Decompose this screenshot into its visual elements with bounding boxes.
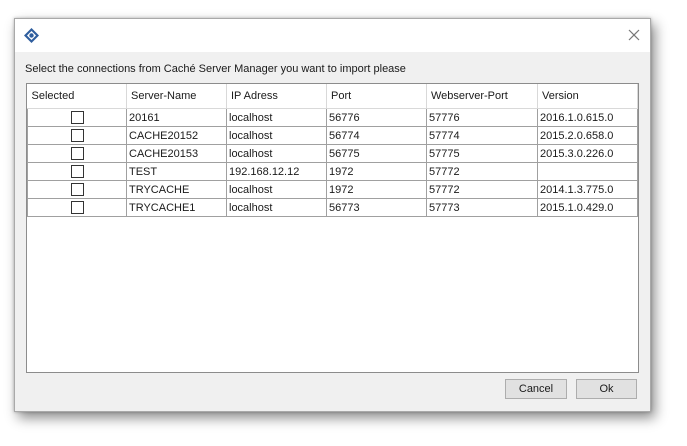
table-row[interactable]: TRYCACHE1 localhost 56773 57773 2015.1.0.429… bbox=[27, 198, 638, 217]
port-cell: 56774 bbox=[326, 126, 427, 145]
ip-address-cell: localhost bbox=[226, 144, 327, 163]
port-cell: 1972 bbox=[326, 180, 427, 199]
connections-table[interactable]: Selected Server-Name IP Adress Port Webs… bbox=[26, 83, 639, 373]
version-cell: 2015.3.0.226.0 bbox=[537, 144, 638, 163]
connections-grid: Selected Server-Name IP Adress Port Webs… bbox=[27, 84, 638, 217]
ip-address-cell: localhost bbox=[226, 108, 327, 127]
select-checkbox[interactable] bbox=[70, 111, 84, 124]
cancel-button[interactable]: Cancel bbox=[505, 379, 567, 399]
table-row[interactable]: 20161 localhost 56776 57776 2016.1.0.615.0 bbox=[27, 108, 638, 127]
selected-cell bbox=[27, 144, 127, 163]
webserver-port-cell: 57772 bbox=[426, 162, 538, 181]
column-header-webserver-port[interactable]: Webserver-Port bbox=[426, 84, 538, 109]
version-cell: 2015.1.0.429.0 bbox=[537, 198, 638, 217]
webserver-port-cell: 57774 bbox=[426, 126, 538, 145]
server-name-cell: TRYCACHE1 bbox=[126, 198, 227, 217]
ip-address-cell: localhost bbox=[226, 126, 327, 145]
server-name-cell: 20161 bbox=[126, 108, 227, 127]
column-header-port[interactable]: Port bbox=[326, 84, 427, 109]
select-checkbox[interactable] bbox=[70, 129, 84, 142]
selected-cell bbox=[27, 108, 127, 127]
selected-cell bbox=[27, 126, 127, 145]
import-connections-dialog: Select the connections from Caché Server… bbox=[14, 18, 651, 412]
selected-cell bbox=[27, 162, 127, 181]
selected-cell bbox=[27, 180, 127, 199]
table-row[interactable]: CACHE20153 localhost 56775 57775 2015.3.0.22… bbox=[27, 144, 638, 163]
version-cell: 2016.1.0.615.0 bbox=[537, 108, 638, 127]
port-cell: 56775 bbox=[326, 144, 427, 163]
webserver-port-cell: 57772 bbox=[426, 180, 538, 199]
server-name-cell: CACHE20153 bbox=[126, 144, 227, 163]
select-checkbox[interactable] bbox=[70, 147, 84, 160]
select-checkbox[interactable] bbox=[70, 183, 84, 196]
table-row[interactable]: TEST 192.168.12.12 1972 57772 bbox=[27, 162, 638, 181]
webserver-port-cell: 57776 bbox=[426, 108, 538, 127]
table-header-row: Selected Server-Name IP Adress Port Webs… bbox=[27, 84, 638, 109]
select-checkbox[interactable] bbox=[70, 201, 84, 214]
select-checkbox[interactable] bbox=[70, 165, 84, 178]
table-row[interactable]: CACHE20152 localhost 56774 57774 2015.2.0.65… bbox=[27, 126, 638, 145]
ok-button[interactable]: Ok bbox=[576, 379, 637, 399]
selected-cell bbox=[27, 198, 127, 217]
server-name-cell: TRYCACHE bbox=[126, 180, 227, 199]
ip-address-cell: localhost bbox=[226, 198, 327, 217]
server-name-cell: TEST bbox=[126, 162, 227, 181]
version-cell: 2015.2.0.658.0 bbox=[537, 126, 638, 145]
diamond-app-icon bbox=[24, 28, 39, 43]
webserver-port-cell: 57775 bbox=[426, 144, 538, 163]
server-name-cell: CACHE20152 bbox=[126, 126, 227, 145]
ip-address-cell: localhost bbox=[226, 180, 327, 199]
port-cell: 56773 bbox=[326, 198, 427, 217]
port-cell: 1972 bbox=[326, 162, 427, 181]
table-row[interactable]: TRYCACHE localhost 1972 57772 2014.1.3.775.0 bbox=[27, 180, 638, 199]
title-bar[interactable] bbox=[15, 19, 650, 52]
column-header-version[interactable]: Version bbox=[537, 84, 638, 109]
column-header-selected[interactable]: Selected bbox=[27, 84, 127, 109]
column-header-server-name[interactable]: Server-Name bbox=[126, 84, 227, 109]
webserver-port-cell: 57773 bbox=[426, 198, 538, 217]
port-cell: 56776 bbox=[326, 108, 427, 127]
instruction-text: Select the connections from Caché Server… bbox=[25, 63, 406, 75]
column-header-ip-address[interactable]: IP Adress bbox=[226, 84, 327, 109]
close-icon[interactable] bbox=[626, 27, 642, 43]
version-cell bbox=[537, 162, 638, 181]
version-cell: 2014.1.3.775.0 bbox=[537, 180, 638, 199]
ip-address-cell: 192.168.12.12 bbox=[226, 162, 327, 181]
